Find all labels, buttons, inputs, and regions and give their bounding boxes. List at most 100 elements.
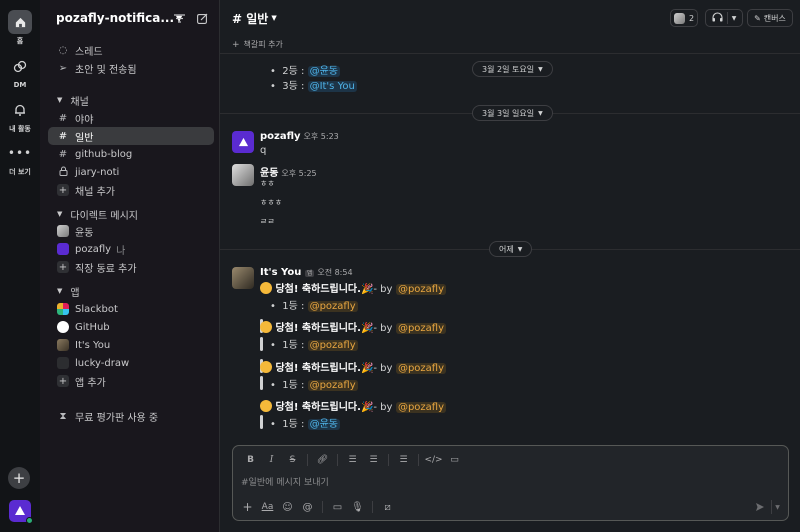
sidebar-item-app-github[interactable]: GitHub — [48, 318, 214, 336]
sidebar-item-channel-jiary-noti[interactable]: jiary-noti — [48, 163, 214, 181]
sidebar-item-channel-github-blog[interactable]: # github-blog — [48, 145, 214, 163]
avatar[interactable] — [232, 131, 254, 153]
blockquote-button[interactable]: ☰ — [394, 452, 413, 468]
plus-icon: + — [57, 375, 69, 387]
add-app-button[interactable]: + 앱 추가 — [48, 372, 214, 390]
mention-button[interactable]: @ — [299, 499, 316, 515]
user-avatar[interactable] — [9, 500, 33, 524]
members-button[interactable]: 2 — [670, 9, 698, 27]
filter-button[interactable] — [171, 10, 187, 26]
huddle-button[interactable]: ▼ — [705, 9, 743, 27]
hash-icon: # — [58, 148, 68, 160]
message-sender[interactable]: It's You 앱 오전 8:54 — [260, 267, 353, 278]
hourglass-icon: ⧗ — [59, 410, 67, 422]
toolbar-divider — [372, 501, 373, 513]
message-sender[interactable]: pozafly 오후 5:23 — [260, 131, 339, 142]
list-item: • 1등 : @pozafly — [270, 340, 358, 351]
send-button[interactable] — [752, 500, 768, 514]
sidebar-item-threads[interactable]: ◌ 스레드 — [48, 41, 214, 59]
shortcut-button[interactable]: ⧄ — [379, 499, 396, 515]
italic-button[interactable]: I — [262, 452, 281, 468]
timestamp[interactable]: 오후 5:23 — [304, 132, 339, 141]
avatar — [57, 357, 69, 369]
attach-button[interactable]: + — [239, 499, 256, 515]
app-label: lucky-draw — [75, 357, 130, 369]
user-mention[interactable]: @It's You — [307, 81, 357, 92]
user-mention[interactable]: @pozafly — [395, 363, 446, 374]
message-sender[interactable]: 윤동 오후 5:25 — [260, 164, 317, 179]
bullet-list-icon: ☰ — [369, 455, 378, 465]
home-icon — [8, 10, 32, 34]
date-divider[interactable]: 어제 ▼ — [489, 241, 533, 257]
user-mention[interactable]: @윤동 — [307, 419, 340, 430]
video-button[interactable]: ▭ — [329, 499, 346, 515]
sidebar-item-channel-yaya[interactable]: # 야야 — [48, 109, 214, 127]
member-avatar — [673, 12, 685, 24]
dm-section-toggle[interactable]: ▼ 다이렉트 메시지 — [48, 205, 138, 223]
message-text: ㅎㅎ — [260, 179, 275, 188]
microphone-icon: 🎙︎ — [351, 501, 364, 513]
rail-dm[interactable]: DM — [0, 55, 40, 89]
user-mention[interactable]: @pozafly — [307, 340, 358, 351]
apps-section-toggle[interactable]: ▼ 앱 — [48, 282, 80, 300]
rail-home[interactable]: 홈 — [0, 10, 40, 46]
add-workspace-button[interactable]: + — [8, 467, 30, 489]
sidebar-item-dm-yundong[interactable]: 윤동 — [48, 222, 214, 240]
bullet-list-button[interactable]: ☰ — [364, 452, 383, 468]
ordered-list-icon: ☰ — [348, 455, 357, 465]
trial-status-link[interactable]: ⧗ 무료 평가판 사용 중 — [48, 407, 214, 425]
rail-more[interactable]: ••• 더 보기 — [0, 141, 40, 177]
sidebar-item-app-its-you[interactable]: It's You — [48, 336, 214, 354]
schedule-send-button[interactable]: ▼ — [771, 500, 783, 514]
bold-button[interactable]: B — [241, 452, 260, 468]
audio-button[interactable]: 🎙︎ — [349, 499, 366, 515]
user-mention[interactable]: @pozafly — [395, 402, 446, 413]
toolbar-divider — [307, 454, 308, 466]
compose-button[interactable] — [194, 10, 210, 26]
add-bookmark-button[interactable]: + 책갈피 추가 — [232, 39, 283, 50]
app-label: GitHub — [75, 321, 110, 333]
ordered-list-button[interactable]: ☰ — [343, 452, 362, 468]
channels-section-toggle[interactable]: ▼ 채널 — [48, 91, 89, 109]
user-mention[interactable]: @pozafly — [395, 323, 446, 334]
chevron-down-icon: ▼ — [538, 65, 543, 73]
date-divider[interactable]: 3월 3일 일요일 ▼ — [472, 105, 553, 121]
add-coworker-button[interactable]: + 직장 동료 추가 — [48, 258, 214, 276]
user-mention[interactable]: @윤동 — [307, 66, 340, 77]
add-channel-button[interactable]: + 채널 추가 — [48, 181, 214, 199]
user-mention[interactable]: @pozafly — [307, 380, 358, 391]
link-button[interactable]: 🔗︎ — [313, 452, 332, 468]
strikethrough-button[interactable]: S — [283, 452, 302, 468]
dm-label: pozafly — [75, 243, 112, 255]
emoji-button[interactable]: ☺ — [279, 499, 296, 515]
workspace-header[interactable]: pozafly-notifica... ▼ — [40, 0, 220, 36]
message-input[interactable] — [241, 476, 761, 490]
code-button[interactable]: </> — [424, 452, 443, 468]
avatar[interactable] — [232, 164, 254, 186]
rail-dm-label: DM — [13, 81, 27, 89]
code-block-button[interactable]: ▭ — [445, 452, 464, 468]
user-mention[interactable]: @pozafly — [395, 284, 446, 295]
rank-prefix: 2등 : — [282, 66, 308, 77]
sidebar-item-app-lucky-draw[interactable]: lucky-draw — [48, 354, 214, 372]
sidebar-item-drafts[interactable]: ➢ 초안 및 전송됨 — [48, 59, 214, 77]
date-label: 3월 3일 일요일 — [482, 108, 535, 118]
timestamp[interactable]: 오전 8:54 — [317, 268, 352, 277]
code-icon: </> — [424, 455, 443, 465]
user-mention[interactable]: @pozafly — [307, 301, 358, 312]
text-format-button[interactable]: Aa — [259, 499, 276, 515]
timestamp[interactable]: 오후 5:25 — [281, 169, 316, 178]
rail-activity[interactable]: 내 활동 — [0, 98, 40, 134]
canvas-button[interactable]: ✎ 캔버스 — [747, 9, 793, 27]
sidebar-item-channel-general[interactable]: # 일반 — [48, 127, 214, 145]
bell-icon — [8, 98, 32, 122]
rank-prefix: 1등 : — [282, 340, 308, 351]
canvas-icon: ✎ — [754, 13, 761, 23]
sidebar-item-dm-pozafly[interactable]: pozafly 나 — [48, 240, 214, 258]
sidebar-item-app-slackbot[interactable]: Slackbot — [48, 300, 214, 318]
add-app-label: 앱 추가 — [75, 377, 106, 389]
date-label: 어제 — [499, 244, 514, 254]
date-divider[interactable]: 3월 2일 토요일 ▼ — [472, 61, 553, 77]
channels-section-label: 채널 — [70, 96, 89, 108]
avatar[interactable] — [232, 267, 254, 289]
